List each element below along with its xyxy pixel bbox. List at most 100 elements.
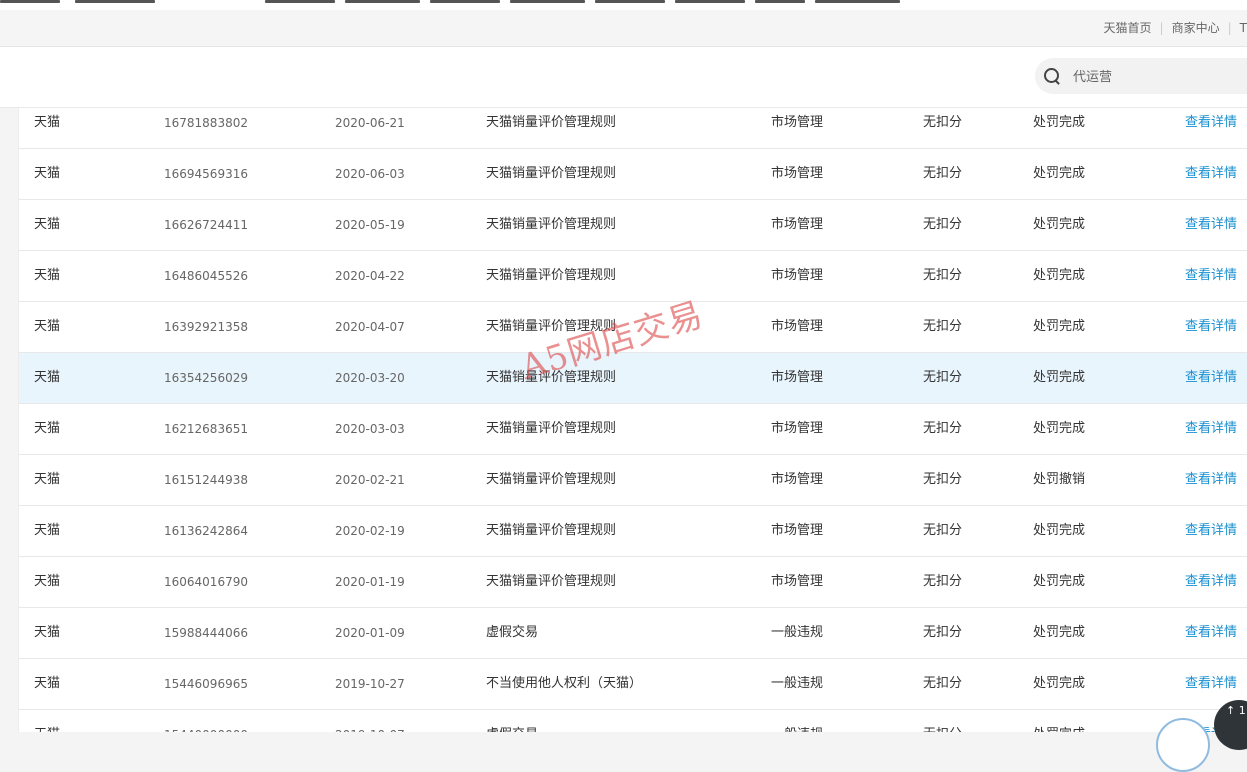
view-details-link[interactable]: 查看详情: [1185, 200, 1237, 250]
cell-status: 处罚完成: [1033, 115, 1086, 130]
cell-id: 15440000000: [164, 710, 248, 732]
cell-date: 2019-10-27: [335, 677, 405, 691]
cell-rule: 天猫销量评价管理规则: [486, 523, 617, 538]
cell-platform: 天猫: [34, 370, 61, 385]
cell-category: 市场管理: [771, 115, 824, 130]
cell-rule: 天猫销量评价管理规则: [486, 115, 617, 130]
cell-points: 无扣分: [923, 710, 962, 732]
view-details-link[interactable]: 查看详情: [1185, 608, 1237, 658]
strip-fragment: [595, 0, 665, 3]
cell-points: 无扣分: [923, 370, 963, 385]
cell-id: 16694569316: [164, 167, 248, 181]
view-details-link[interactable]: 查看详情: [1185, 506, 1237, 556]
cell-rule: 天猫销量评价管理规则: [486, 268, 617, 283]
cell-platform: 天猫: [34, 421, 61, 436]
cell-id: 16212683651: [164, 422, 248, 436]
cell-points: 无扣分: [923, 472, 963, 487]
strip-fragment: [510, 0, 585, 3]
search-box[interactable]: [1035, 58, 1247, 94]
cell-platform: 天猫: [34, 523, 61, 538]
cell-platform: 天猫: [34, 625, 61, 640]
table-row: 天猫154400000002019-10-07虚假交易一般违规无扣分处罚完成查看…: [19, 710, 1247, 732]
cell-points: 无扣分: [923, 217, 963, 232]
cell-category: 市场管理: [771, 472, 824, 487]
cell-date: 2020-01-19: [335, 575, 405, 589]
cell-id: 16064016790: [164, 575, 248, 589]
cell-platform: 天猫: [34, 710, 60, 732]
cell-id: 16151244938: [164, 473, 248, 487]
search-icon[interactable]: [1044, 68, 1059, 83]
separator: |: [1227, 20, 1232, 35]
table-row: 天猫 15988444066 2020-01-09 虚假交易 一般违规 无扣分 处罚完成 查看…: [19, 608, 1247, 659]
tmall-home-link[interactable]: 天猫首页: [1104, 19, 1152, 36]
cell-platform: 天猫: [34, 166, 61, 181]
table-row: 天猫 16781883802 2020-06-21 天猫销量评价管理规则 市场管理 无扣分…: [19, 108, 1247, 149]
strip-fragment: [430, 0, 500, 3]
cell-category: 市场管理: [771, 523, 824, 538]
strip-fragment: [755, 0, 805, 3]
strip-fragment: [0, 0, 60, 3]
cell-platform: 天猫: [34, 574, 61, 589]
top-strip: [0, 0, 1247, 10]
cell-status: 处罚撤销: [1033, 472, 1086, 487]
view-details-link[interactable]: 查看详情: [1185, 455, 1237, 505]
search-input[interactable]: [1071, 66, 1247, 88]
view-details-link[interactable]: 查看详情: [1185, 251, 1237, 301]
cell-date: 2020-03-20: [335, 371, 405, 385]
cell-rule: 虚假交易: [486, 710, 538, 732]
table-row: 天猫 15446096965 2019-10-27 不当使用他人权利（天猫） 一般违规 无…: [19, 659, 1247, 710]
view-details-link[interactable]: 查看详情: [1185, 302, 1237, 352]
cell-id: 15988444066: [164, 626, 248, 640]
cell-platform: 天猫: [34, 115, 61, 130]
table-row: 天猫 16212683651 2020-03-03 天猫销量评价管理规则 市场管理 无扣分…: [19, 404, 1247, 455]
view-details-link[interactable]: 查看详情: [1185, 353, 1237, 403]
cell-platform: 天猫: [34, 217, 61, 232]
cell-id: 16354256029: [164, 371, 248, 385]
strip-fragment: [345, 0, 420, 3]
cell-date: 2019-10-07: [335, 710, 405, 732]
cell-platform: 天猫: [34, 319, 61, 334]
table-row: 天猫 16151244938 2020-02-21 天猫销量评价管理规则 市场管理 无扣分…: [19, 455, 1247, 506]
view-details-link[interactable]: 查看详情: [1185, 404, 1237, 454]
table-row: 天猫 16486045526 2020-04-22 天猫销量评价管理规则 市场管理 无扣分…: [19, 251, 1247, 302]
float-badge-text: ↑ 1: [1226, 704, 1246, 717]
cell-status: 处罚完成: [1033, 217, 1086, 232]
table-row: 天猫 16694569316 2020-06-03 天猫销量评价管理规则 市场管理 无扣分…: [19, 149, 1247, 200]
cell-points: 无扣分: [923, 319, 963, 334]
cell-id: 16136242864: [164, 524, 248, 538]
merchant-center-link[interactable]: 商家中心: [1172, 19, 1220, 36]
view-details-link[interactable]: 查看详情: [1185, 108, 1237, 148]
cell-points: 无扣分: [923, 625, 963, 640]
cell-points: 无扣分: [923, 421, 963, 436]
top-link-truncated[interactable]: T: [1240, 21, 1247, 35]
cell-status: 处罚完成: [1033, 268, 1086, 283]
view-details-link[interactable]: 查看详情: [1185, 149, 1237, 199]
cell-date: 2020-01-09: [335, 626, 405, 640]
cell-status: 处罚完成: [1033, 710, 1085, 732]
strip-fragment: [815, 0, 900, 3]
cell-platform: 天猫: [34, 676, 61, 691]
cell-status: 处罚完成: [1033, 625, 1086, 640]
cell-category: 市场管理: [771, 421, 824, 436]
cell-id: 16781883802: [164, 116, 248, 130]
cell-category: 一般违规: [771, 676, 824, 691]
cell-category: 一般违规: [771, 625, 824, 640]
cell-points: 无扣分: [923, 115, 963, 130]
cell-status: 处罚完成: [1033, 676, 1086, 691]
cell-points: 无扣分: [923, 268, 963, 283]
cell-date: 2020-06-21: [335, 116, 405, 130]
cell-category: 市场管理: [771, 574, 824, 589]
top-links: 天猫首页 | 商家中心 | T: [1104, 19, 1247, 36]
view-details-link[interactable]: 查看详情: [1185, 557, 1237, 607]
cell-category: 市场管理: [771, 217, 824, 232]
cell-category: 一般违规: [771, 710, 823, 732]
cell-date: 2020-02-21: [335, 473, 405, 487]
strip-fragment: [75, 0, 155, 3]
cell-category: 市场管理: [771, 370, 824, 385]
cell-date: 2020-02-19: [335, 524, 405, 538]
float-help-button[interactable]: [1156, 718, 1210, 772]
cell-date: 2020-05-19: [335, 218, 405, 232]
cell-id: 16486045526: [164, 269, 248, 283]
separator: |: [1159, 20, 1164, 35]
cell-status: 处罚完成: [1033, 523, 1086, 538]
